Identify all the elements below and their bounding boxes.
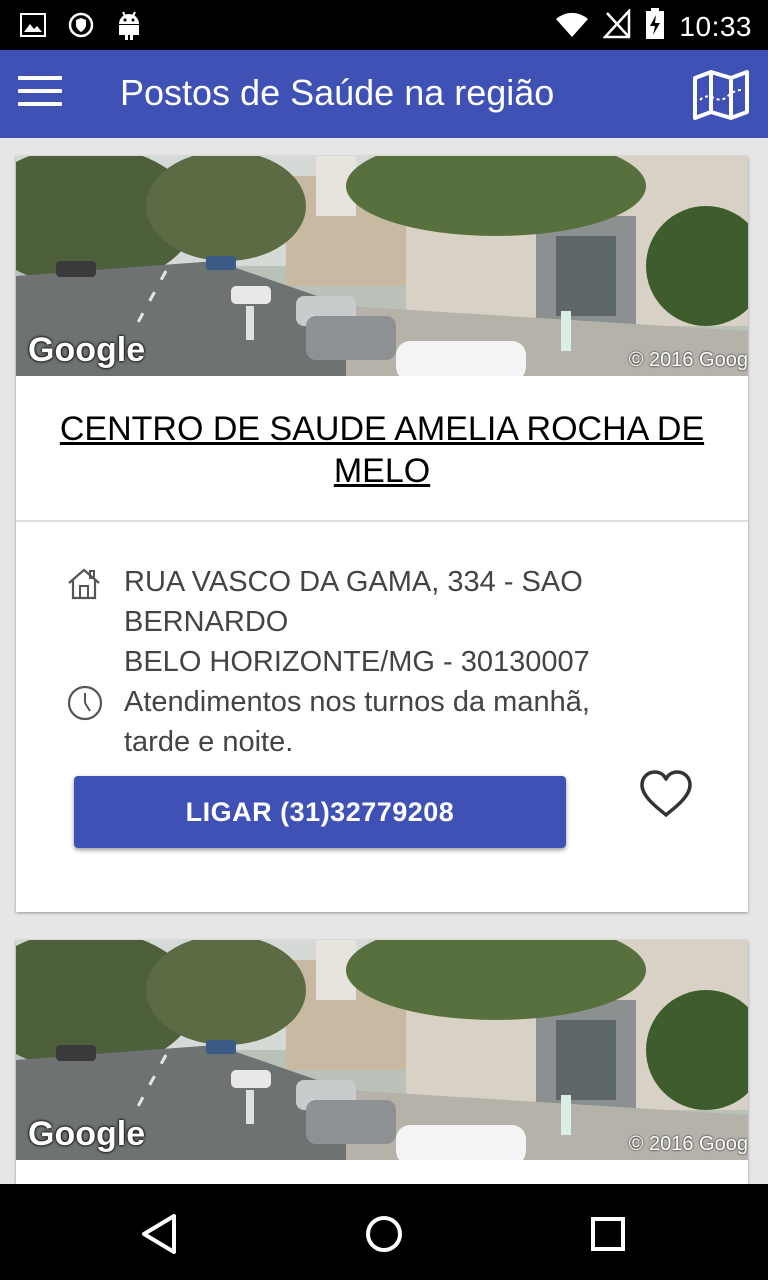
system-nav-bar	[0, 1184, 768, 1280]
google-watermark: Google	[28, 331, 146, 369]
hours-row: Atendimentos nos turnos da manhã, tarde …	[66, 682, 644, 762]
status-time: 10:33	[679, 10, 752, 42]
image-copyright: © 2016 Goog	[628, 1133, 748, 1155]
address-row: RUA VASCO DA GAMA, 334 - SAO BERNARDO BE…	[66, 562, 644, 682]
no-signal-icon	[602, 7, 631, 44]
recents-icon[interactable]	[582, 1208, 634, 1260]
map-icon[interactable]	[692, 70, 750, 120]
call-button[interactable]: LIGAR (31)32779208	[74, 776, 566, 848]
shield-icon	[68, 11, 94, 44]
clock-icon	[66, 682, 106, 762]
health-center-card: Google © 2016 Goog	[16, 940, 748, 1184]
home-icon	[66, 562, 106, 682]
hamburger-menu-icon[interactable]	[18, 76, 62, 112]
google-watermark: Google	[28, 1115, 146, 1153]
heart-outline-icon[interactable]	[638, 768, 694, 820]
home-circle-icon[interactable]	[358, 1208, 410, 1260]
address-line1: RUA VASCO DA GAMA, 334 - SAO BERNARDO	[124, 566, 583, 638]
image-copyright: © 2016 Goog	[628, 349, 748, 371]
health-center-name-link[interactable]: CENTRO DE SAUDE AMELIA ROCHA DE MELO	[36, 408, 728, 492]
app-bar: Postos de Saúde na região	[0, 50, 768, 138]
card-divider	[16, 520, 748, 522]
street-view-image: Google © 2016 Goog	[16, 940, 748, 1160]
battery-charging-icon	[645, 8, 665, 45]
street-view-image: Google © 2016 Goog	[16, 156, 748, 376]
page-title: Postos de Saúde na região	[120, 72, 555, 113]
image-icon	[20, 13, 46, 42]
hours-text: Atendimentos nos turnos da manhã, tarde …	[124, 686, 590, 758]
health-center-card: Google © 2016 Goog CENTRO DE SAUDE AMELI…	[16, 156, 748, 912]
android-icon	[116, 10, 142, 45]
wifi-icon	[555, 10, 589, 43]
status-bar: 10:33	[0, 0, 768, 50]
address-line2: BELO HORIZONTE/MG - 30130007	[124, 646, 590, 678]
back-icon[interactable]	[134, 1208, 186, 1260]
